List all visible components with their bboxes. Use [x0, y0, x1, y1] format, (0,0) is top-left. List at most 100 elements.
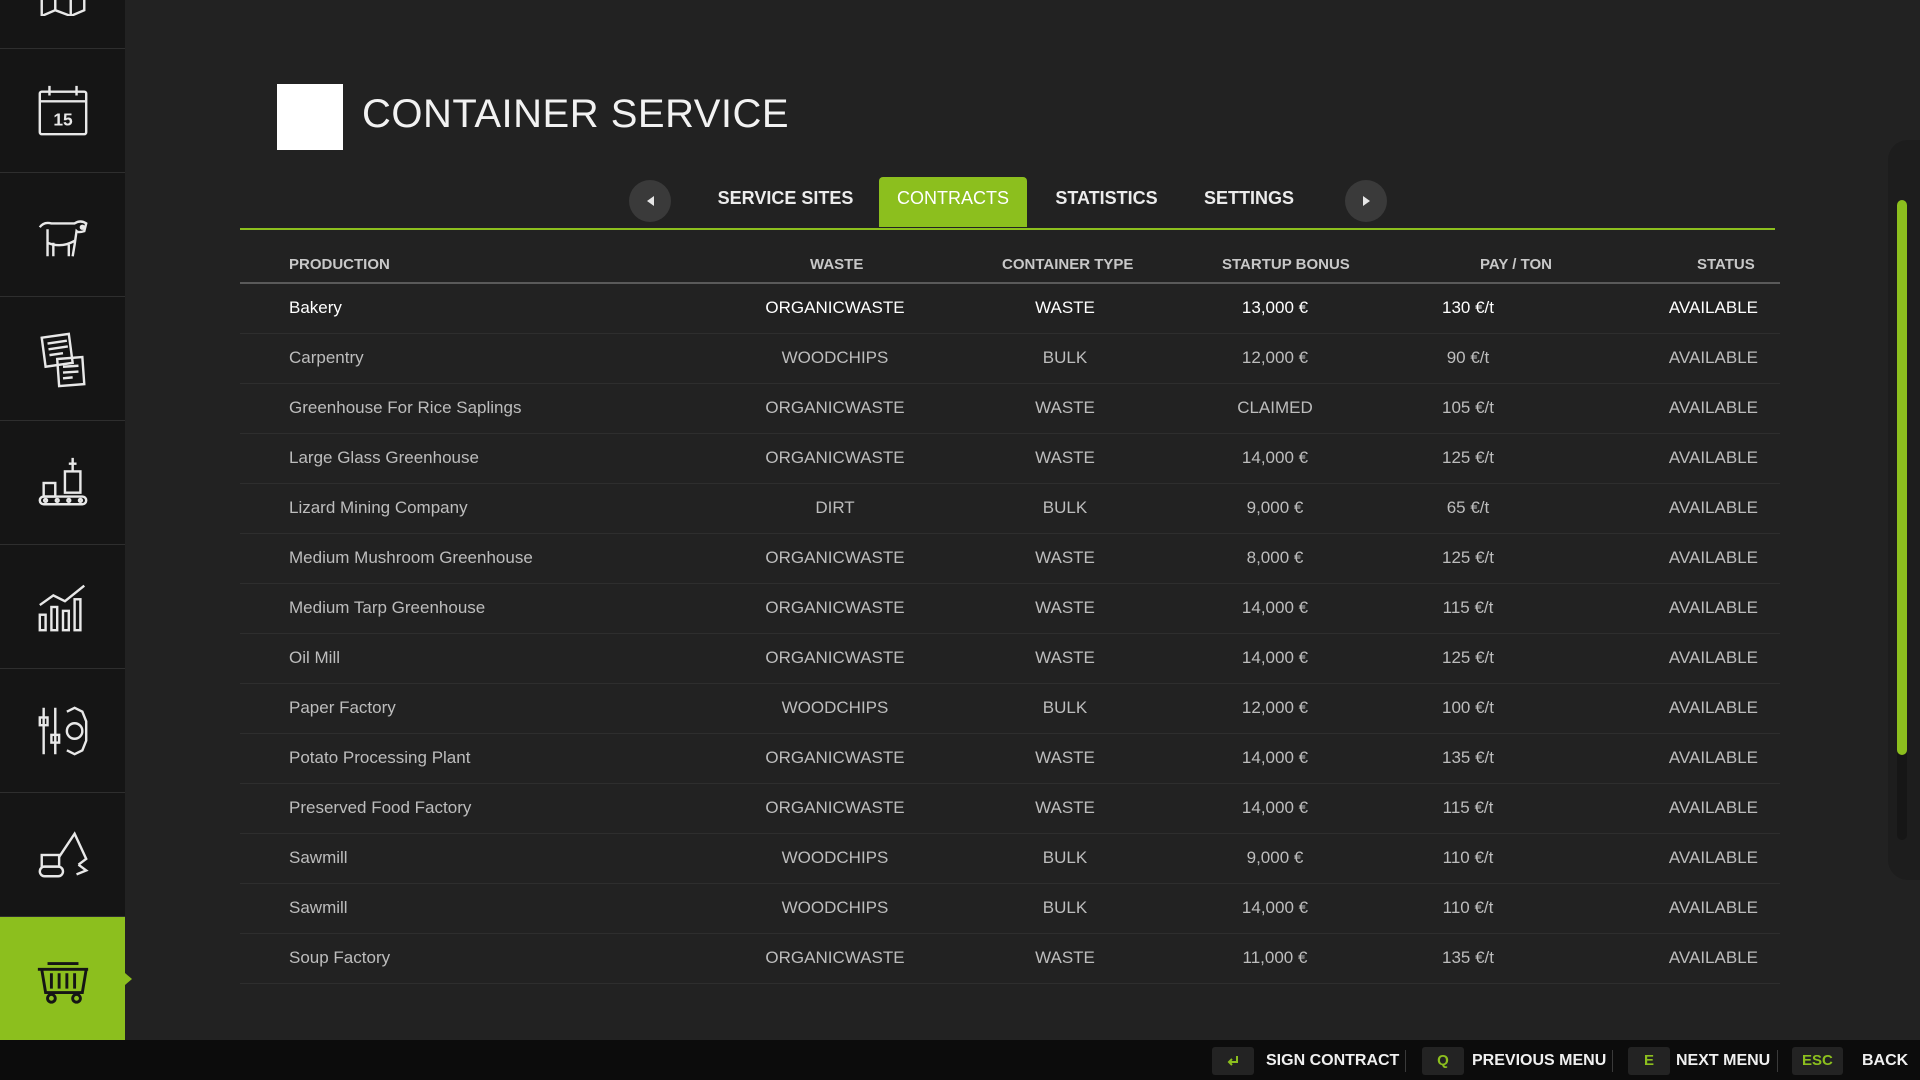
table-row[interactable]: Paper Factory WOODCHIPS BULK 12,000 € 100 €/… — [240, 684, 1780, 734]
service-logo — [277, 84, 343, 150]
cell-container-type: WASTE — [1035, 548, 1095, 567]
cell-pay-ton: 135 €/t — [1442, 948, 1494, 967]
previous-menu-key[interactable]: Q — [1422, 1047, 1464, 1075]
chevron-left-icon — [646, 196, 654, 206]
cell-status: AVAILABLE — [1668, 748, 1758, 767]
cell-waste: ORGANICWASTE — [765, 748, 905, 767]
cell-pay-ton: 135 €/t — [1442, 748, 1494, 767]
svg-text:15: 15 — [53, 109, 73, 129]
tab-settings[interactable]: SETTINGS — [1199, 177, 1299, 227]
cell-status: AVAILABLE — [1668, 598, 1758, 617]
sign-contract-label[interactable]: SIGN CONTRACT — [1266, 1052, 1399, 1070]
enter-icon — [1227, 1056, 1238, 1066]
cell-startup-bonus: 14,000 € — [1241, 798, 1309, 817]
header-status[interactable]: STATUS — [1697, 256, 1755, 273]
cell-waste: DIRT — [815, 498, 855, 517]
tab-next-button[interactable] — [1345, 180, 1387, 222]
table-row[interactable]: Lizard Mining Company DIRT BULK 9,000 € 65 €… — [240, 484, 1780, 534]
back-label[interactable]: BACK — [1862, 1052, 1908, 1070]
settings-icon — [38, 705, 87, 756]
sidebar-item-animals[interactable] — [0, 173, 125, 297]
footer-divider — [1777, 1050, 1778, 1072]
table-row[interactable]: Carpentry WOODCHIPS BULK 12,000 € 90 €/t AVAI… — [240, 334, 1780, 384]
table-row[interactable]: Medium Tarp Greenhouse ORGANICWASTE WASTE 1… — [240, 584, 1780, 634]
cell-pay-ton: 110 €/t — [1442, 898, 1494, 917]
cell-waste: ORGANICWASTE — [765, 598, 905, 617]
cell-pay-ton: 65 €/t — [1446, 498, 1490, 517]
cell-container-type: BULK — [1042, 848, 1088, 867]
sign-contract-key[interactable] — [1212, 1047, 1254, 1075]
sidebar-item-map[interactable] — [0, 0, 125, 49]
cell-production: Sawmill — [289, 898, 348, 917]
header-pay-ton[interactable]: PAY / TON — [1480, 256, 1552, 273]
cell-container-type: WASTE — [1035, 648, 1095, 667]
cell-startup-bonus: 12,000 € — [1241, 698, 1309, 717]
table-row[interactable]: Greenhouse For Rice Saplings ORGANICWASTE… — [240, 384, 1780, 434]
sidebar-item-production[interactable] — [0, 421, 125, 545]
cell-container-type: WASTE — [1035, 448, 1095, 467]
container-icon — [37, 961, 88, 1004]
sidebar-item-construction[interactable] — [0, 793, 125, 917]
next-menu-label[interactable]: NEXT MENU — [1676, 1052, 1770, 1070]
cell-waste: WOODCHIPS — [781, 698, 889, 717]
back-key[interactable]: ESC — [1792, 1047, 1843, 1075]
cell-pay-ton: 125 €/t — [1442, 548, 1494, 567]
sidebar-item-container-service[interactable] — [0, 917, 125, 1040]
cell-status: AVAILABLE — [1668, 798, 1758, 817]
cell-production: Preserved Food Factory — [289, 798, 472, 817]
page-title: CONTAINER SERVICE — [362, 92, 790, 136]
table-row[interactable]: Large Glass Greenhouse ORGANICWASTE WASTE 1… — [240, 434, 1780, 484]
sidebar-item-statistics[interactable] — [0, 545, 125, 669]
tab-contracts[interactable]: CONTRACTS — [879, 177, 1027, 227]
cell-pay-ton: 125 €/t — [1442, 448, 1494, 467]
cell-container-type: WASTE — [1035, 948, 1095, 967]
cell-waste: ORGANICWASTE — [765, 648, 905, 667]
sidebar-item-settings[interactable] — [0, 669, 125, 793]
tab-statistics[interactable]: STATISTICS — [1050, 177, 1163, 227]
cell-waste: ORGANICWASTE — [765, 448, 905, 467]
cell-status: AVAILABLE — [1668, 648, 1758, 667]
scrollbar-thumb[interactable] — [1897, 200, 1907, 755]
table-row[interactable]: Bakery ORGANICWASTE WASTE 13,000 € 130 €/t AV… — [240, 284, 1780, 334]
cell-status: AVAILABLE — [1668, 498, 1758, 517]
cell-pay-ton: 90 €/t — [1446, 348, 1490, 367]
table-row[interactable]: Sawmill WOODCHIPS BULK 14,000 € 110 €/t AVAIL… — [240, 884, 1780, 934]
table-row[interactable]: Medium Mushroom Greenhouse ORGANICWASTE WA… — [240, 534, 1780, 584]
cell-container-type: WASTE — [1035, 748, 1095, 767]
cell-pay-ton: 130 €/t — [1442, 298, 1494, 317]
cell-container-type: BULK — [1042, 348, 1088, 367]
table-row[interactable]: Preserved Food Factory ORGANICWASTE WASTE 1… — [240, 784, 1780, 834]
cell-container-type: WASTE — [1035, 598, 1095, 617]
cell-production: Potato Processing Plant — [289, 748, 471, 767]
cell-waste: ORGANICWASTE — [765, 798, 905, 817]
production-icon — [38, 457, 87, 505]
tab-service-sites[interactable]: SERVICE SITES — [714, 177, 857, 227]
previous-menu-label[interactable]: PREVIOUS MENU — [1472, 1052, 1606, 1070]
cell-container-type: BULK — [1042, 898, 1088, 917]
table-row[interactable]: Oil Mill ORGANICWASTE WASTE 14,000 € 125 €/t… — [240, 634, 1780, 684]
cell-startup-bonus: 14,000 € — [1241, 448, 1309, 467]
header-production[interactable]: PRODUCTION — [289, 256, 390, 273]
cell-production: Greenhouse For Rice Saplings — [289, 398, 522, 417]
cell-startup-bonus: 14,000 € — [1241, 898, 1309, 917]
table-row[interactable]: Sawmill WOODCHIPS BULK 9,000 € 110 €/t AVAILA… — [240, 834, 1780, 884]
table-row[interactable]: Potato Processing Plant ORGANICWASTE WASTE… — [240, 734, 1780, 784]
cell-status: AVAILABLE — [1668, 448, 1758, 467]
next-menu-key[interactable]: E — [1628, 1047, 1670, 1075]
cell-production: Medium Tarp Greenhouse — [289, 598, 486, 617]
header-waste[interactable]: WASTE — [810, 256, 863, 273]
cell-production: Large Glass Greenhouse — [289, 448, 479, 467]
sidebar-item-contracts[interactable] — [0, 297, 125, 421]
cell-production: Carpentry — [289, 348, 364, 367]
cell-status: AVAILABLE — [1668, 698, 1758, 717]
header-container-type[interactable]: CONTAINER TYPE — [1002, 256, 1133, 273]
table-row[interactable]: Soup Factory ORGANICWASTE WASTE 11,000 € 135… — [240, 934, 1780, 984]
cell-container-type: WASTE — [1035, 298, 1095, 317]
cell-waste: ORGANICWASTE — [765, 398, 905, 417]
cell-production: Paper Factory — [289, 698, 396, 717]
sidebar-item-calendar[interactable]: 15 — [0, 49, 125, 173]
cell-pay-ton: 100 €/t — [1442, 698, 1494, 717]
cell-pay-ton: 110 €/t — [1442, 848, 1494, 867]
tab-prev-button[interactable] — [629, 180, 671, 222]
header-startup-bonus[interactable]: STARTUP BONUS — [1222, 256, 1350, 273]
